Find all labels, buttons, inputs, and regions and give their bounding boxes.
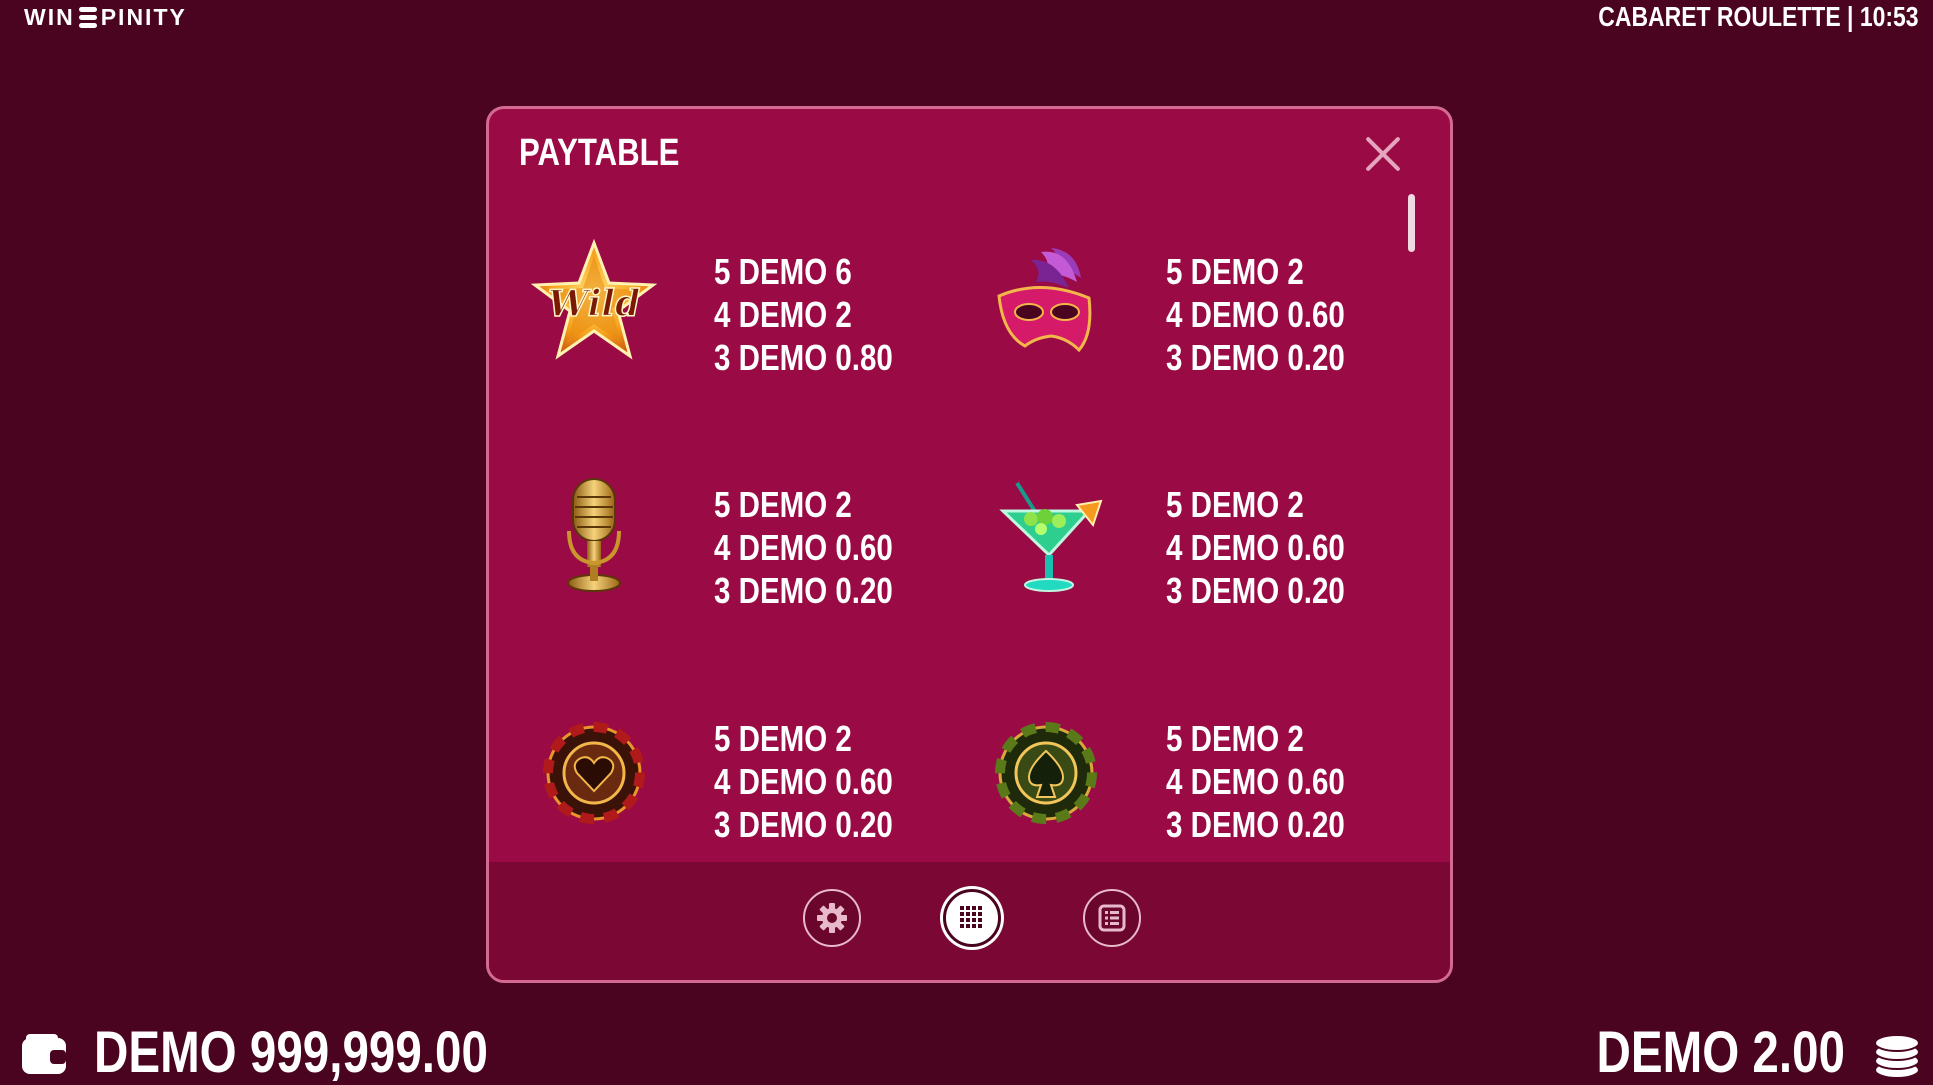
paytable-item-cocktail: 5 DEMO 2 4 DEMO 0.60 3 DEMO 0.20 xyxy=(941,466,1361,611)
paytable-item-heart-chip: 5 DEMO 2 4 DEMO 0.60 3 DEMO 0.20 xyxy=(489,700,909,845)
pay-5: 5 DEMO 2 xyxy=(1166,251,1304,292)
paytable-item-microphone: 5 DEMO 2 4 DEMO 0.60 3 DEMO 0.20 xyxy=(489,466,909,611)
microphone-icon xyxy=(524,466,664,606)
modal-footer-nav xyxy=(489,862,1450,980)
pay-3: 3 DEMO 0.20 xyxy=(1166,570,1345,611)
pay-4: 4 DEMO 0.60 xyxy=(714,761,893,802)
pays-list: 5 DEMO 2 4 DEMO 0.60 3 DEMO 0.20 xyxy=(1166,717,1384,846)
cocktail-icon xyxy=(976,466,1116,606)
pays-list: 5 DEMO 6 4 DEMO 2 3 DEMO 0.80 xyxy=(714,250,932,379)
pay-4: 4 DEMO 0.60 xyxy=(714,527,893,568)
scrollbar-thumb[interactable] xyxy=(1408,194,1415,252)
pay-3: 3 DEMO 0.20 xyxy=(714,804,893,845)
pay-5: 5 DEMO 2 xyxy=(1166,484,1304,525)
pay-5: 5 DEMO 2 xyxy=(714,484,852,525)
pay-5: 5 DEMO 2 xyxy=(1166,718,1304,759)
paytable-item-spade-chip: 5 DEMO 2 4 DEMO 0.60 3 DEMO 0.20 xyxy=(941,700,1361,845)
gear-icon xyxy=(817,903,847,933)
pay-4: 4 DEMO 2 xyxy=(714,294,852,335)
grid-icon xyxy=(960,906,982,928)
pay-4: 4 DEMO 0.60 xyxy=(1166,527,1345,568)
pays-list: 5 DEMO 2 4 DEMO 0.60 3 DEMO 0.20 xyxy=(714,717,932,846)
pays-list: 5 DEMO 2 4 DEMO 0.60 3 DEMO 0.20 xyxy=(1166,250,1384,379)
coin-stack-icon[interactable] xyxy=(1871,1030,1923,1080)
pay-5: 5 DEMO 2 xyxy=(714,718,852,759)
pay-3: 3 DEMO 0.20 xyxy=(1166,337,1345,378)
paytable-item-wild: Wild 5 DEMO 6 4 DEMO 2 3 DEMO 0.80 xyxy=(489,233,909,378)
pays-list: 5 DEMO 2 4 DEMO 0.60 3 DEMO 0.20 xyxy=(714,483,932,612)
heart-chip-icon xyxy=(524,700,664,840)
settings-tab-button[interactable] xyxy=(803,889,861,947)
rules-tab-button[interactable] xyxy=(1083,889,1141,947)
pays-list: 5 DEMO 2 4 DEMO 0.60 3 DEMO 0.20 xyxy=(1166,483,1384,612)
mask-icon xyxy=(976,233,1116,373)
game-title-clock: CABARET ROULETTE | 10:53 xyxy=(1598,1,1919,32)
pay-3: 3 DEMO 0.20 xyxy=(1166,804,1345,845)
balance-display: DEMO 999,999.00 xyxy=(94,1020,488,1085)
close-button[interactable] xyxy=(1364,135,1402,173)
logo-text-right: PINITY xyxy=(100,3,187,30)
wild-label: Wild xyxy=(548,283,640,325)
paytable-modal: PAYTABLE Wild 5 DEMO 6 4 DEMO 2 3 DEMO 0… xyxy=(486,106,1453,983)
pay-3: 3 DEMO 0.80 xyxy=(714,337,893,378)
pay-3: 3 DEMO 0.20 xyxy=(714,570,893,611)
pay-4: 4 DEMO 0.60 xyxy=(1166,294,1345,335)
spade-chip-icon xyxy=(976,700,1116,840)
modal-title: PAYTABLE xyxy=(519,132,680,174)
bet-display: DEMO 2.00 xyxy=(1596,1020,1845,1085)
logo-text-left: WIN xyxy=(24,3,75,30)
paytable-item-mask: 5 DEMO 2 4 DEMO 0.60 3 DEMO 0.20 xyxy=(941,233,1361,378)
list-icon xyxy=(1098,904,1126,932)
pay-4: 4 DEMO 0.60 xyxy=(1166,761,1345,802)
logo-infinity-icon xyxy=(77,6,99,28)
winfinity-logo: WIN PINITY xyxy=(24,2,187,32)
wallet-icon xyxy=(20,1030,68,1078)
wild-star-icon: Wild xyxy=(524,233,664,373)
pay-5: 5 DEMO 6 xyxy=(714,251,852,292)
paytable-tab-button[interactable] xyxy=(943,889,1001,947)
